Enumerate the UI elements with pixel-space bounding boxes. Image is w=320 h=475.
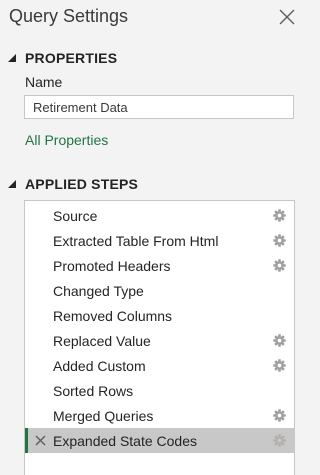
step-label: Changed Type xyxy=(53,282,144,299)
step-label: Expanded State Codes xyxy=(53,432,197,449)
query-settings-header: Query Settings xyxy=(0,0,317,36)
applied-steps-section-toggle[interactable]: APPLIED STEPS xyxy=(7,174,138,194)
step-label: Merged Queries xyxy=(53,407,154,424)
applied-steps-header: APPLIED STEPS xyxy=(25,176,139,192)
query-name-field[interactable] xyxy=(24,95,294,119)
panel-title: Query Settings xyxy=(9,6,129,26)
close-icon[interactable] xyxy=(276,6,298,28)
properties-header: PROPERTIES xyxy=(25,50,118,66)
step-added-custom[interactable]: Added Custom xyxy=(25,353,294,378)
gear-icon[interactable] xyxy=(273,334,286,347)
gear-icon[interactable] xyxy=(273,234,286,247)
step-label: Replaced Value xyxy=(53,332,151,349)
collapse-triangle-icon xyxy=(8,54,16,62)
gear-icon[interactable] xyxy=(273,409,286,422)
step-replaced-value[interactable]: Replaced Value xyxy=(25,328,294,353)
step-label: Sorted Rows xyxy=(53,382,134,399)
step-label: Added Custom xyxy=(53,357,146,374)
step-label: Removed Columns xyxy=(53,307,173,324)
gear-icon[interactable] xyxy=(273,259,286,272)
properties-section-toggle[interactable]: PROPERTIES xyxy=(7,48,117,68)
step-sorted-rows[interactable]: Sorted Rows xyxy=(25,378,294,403)
step-label: Promoted Headers xyxy=(53,257,171,274)
all-properties-link[interactable]: All Properties xyxy=(25,132,108,148)
delete-step-icon[interactable] xyxy=(35,435,46,446)
collapse-triangle-icon xyxy=(8,180,16,188)
step-removed-columns[interactable]: Removed Columns xyxy=(25,303,294,328)
step-source[interactable]: Source xyxy=(25,203,294,228)
step-merged-queries[interactable]: Merged Queries xyxy=(25,403,294,428)
step-promoted-headers[interactable]: Promoted Headers xyxy=(25,253,294,278)
gear-icon[interactable] xyxy=(273,209,286,222)
step-expanded-state-codes[interactable]: Expanded State Codes xyxy=(25,428,294,453)
gear-icon[interactable] xyxy=(273,434,286,447)
step-changed-type[interactable]: Changed Type xyxy=(25,278,294,303)
gear-icon[interactable] xyxy=(273,359,286,372)
name-label: Name xyxy=(25,74,63,90)
applied-steps-list[interactable]: Source Extracted Table From Html Promote… xyxy=(24,200,295,475)
step-extracted-table-from-html[interactable]: Extracted Table From Html xyxy=(25,228,294,253)
step-label: Extracted Table From Html xyxy=(53,232,219,249)
selected-step-indicator xyxy=(25,428,28,453)
step-label: Source xyxy=(53,207,98,224)
